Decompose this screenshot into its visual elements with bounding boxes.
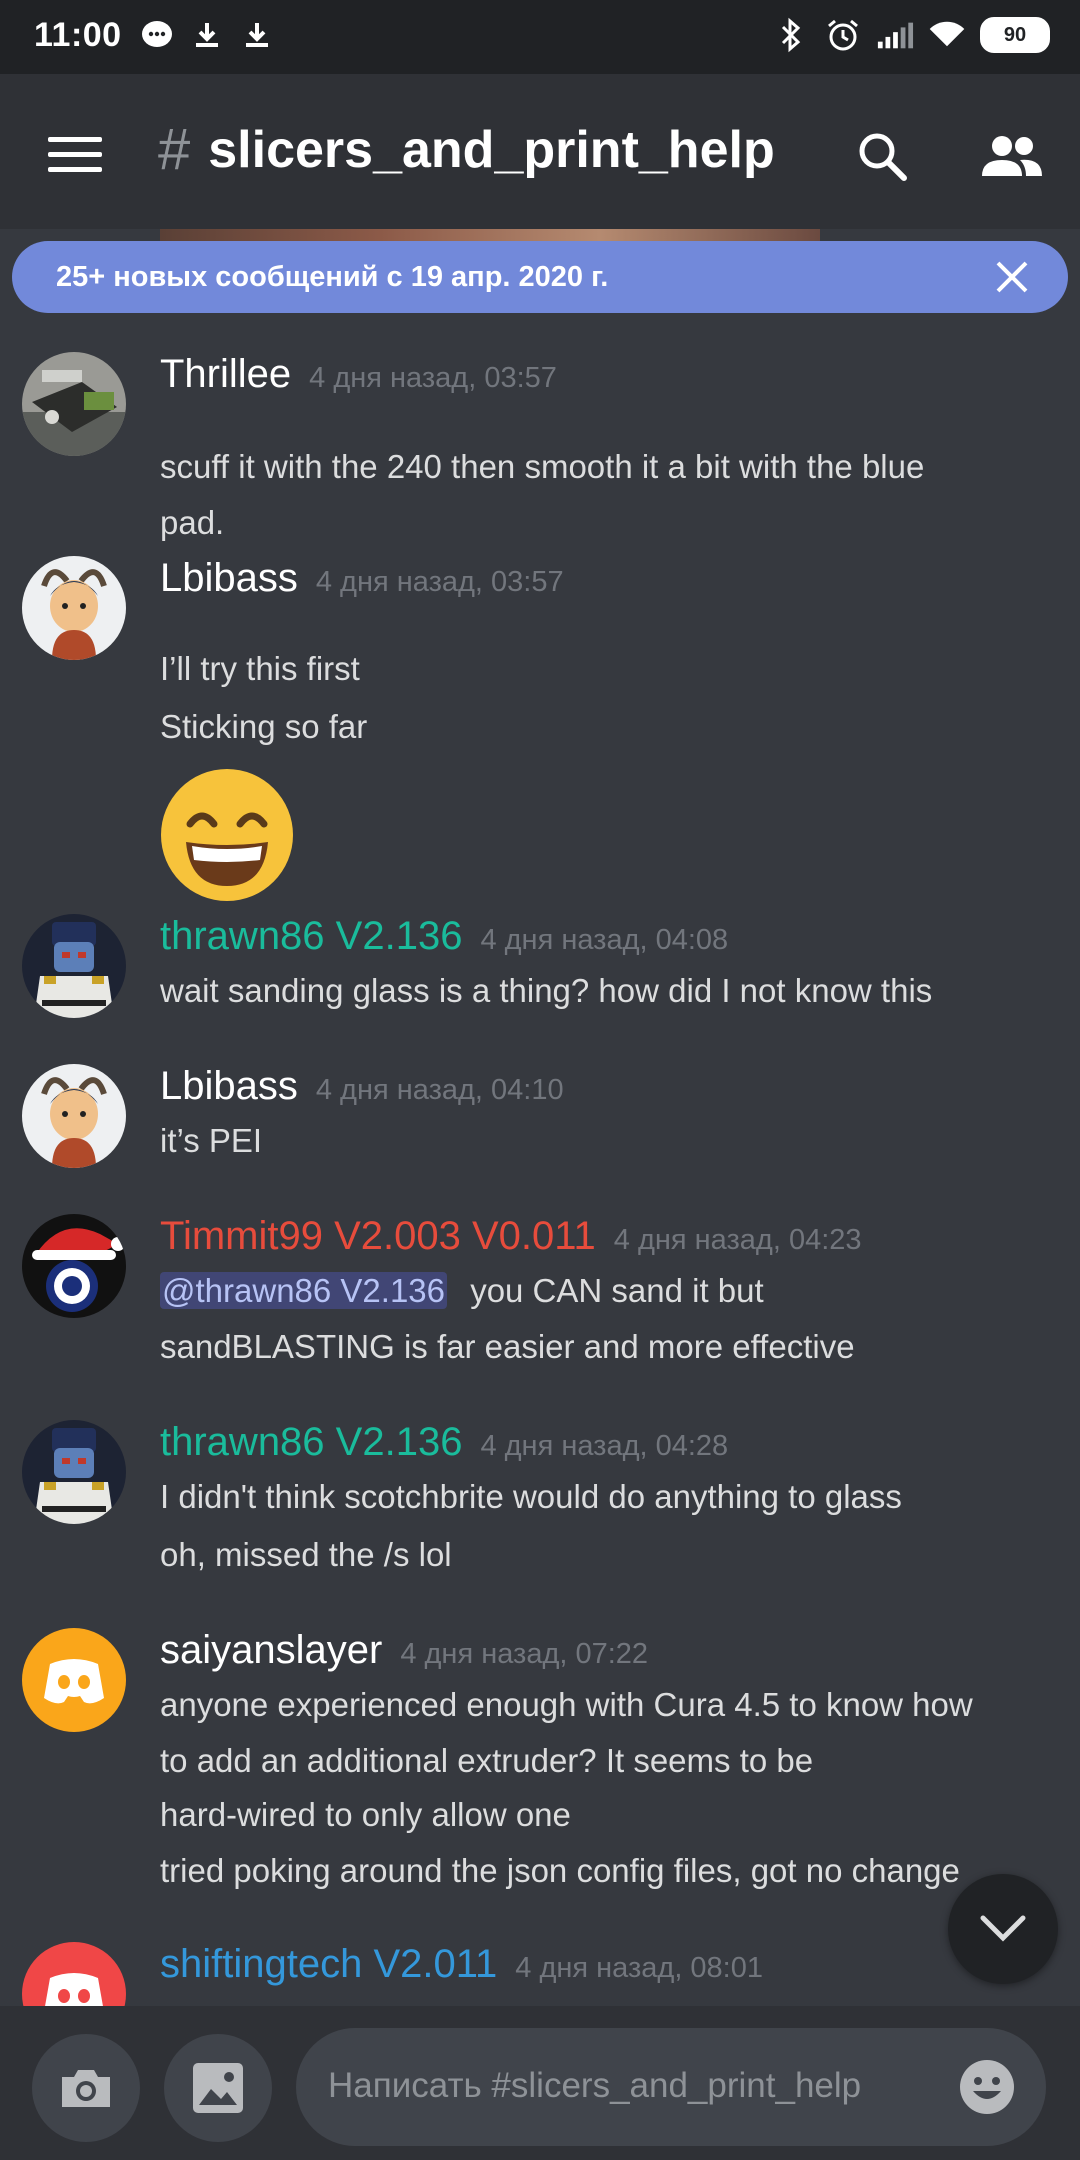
username[interactable]: Timmit99 V2.003 V0.011 — [160, 1214, 596, 1259]
message-text: tried poking around the json config file… — [160, 1852, 960, 1889]
message-text: Sticking so far — [160, 708, 368, 745]
avatar[interactable] — [22, 1420, 126, 1524]
bluetooth-icon — [772, 16, 810, 54]
message-input[interactable]: Написать #slicers_and_print_help — [296, 2028, 1046, 2146]
message-text: sandBLASTING is far easier and more effe… — [160, 1328, 855, 1365]
avatar[interactable] — [22, 556, 126, 660]
channel-header: # slicers_and_print_help — [0, 74, 1080, 229]
username[interactable]: Lbibass — [160, 556, 298, 601]
timestamp: 4 дня назад, 03:57 — [309, 362, 557, 394]
avatar[interactable] — [22, 1942, 126, 2006]
attachment-image-edge — [160, 229, 820, 241]
messenger-icon — [138, 16, 176, 54]
username[interactable]: thrawn86 V2.136 — [160, 914, 462, 959]
message-text: scuff it with the 240 then smooth it a b… — [160, 448, 925, 485]
message-text: to add an additional extruder? It seems … — [160, 1742, 814, 1779]
avatar[interactable] — [22, 1064, 126, 1168]
status-time: 11:00 — [34, 16, 122, 54]
message-text: pad. — [160, 504, 225, 541]
status-bar: 11:00 90 — [0, 0, 1080, 74]
message-text: oh, missed the /s lol — [160, 1536, 452, 1573]
search-icon[interactable] — [852, 126, 912, 186]
close-icon[interactable] — [992, 257, 1032, 297]
signal-icon — [876, 16, 914, 54]
alarm-icon — [824, 16, 862, 54]
message-text: I didn't think scotchbrite would do anyt… — [160, 1478, 902, 1515]
user-mention[interactable]: @thrawn86 V2.136 — [160, 1272, 448, 1309]
new-messages-text: 25+ новых сообщений с 19 апр. 2020 г. — [56, 261, 609, 293]
timestamp: 4 дня назад, 08:01 — [515, 1952, 763, 1984]
camera-icon — [62, 2070, 110, 2107]
channel-name: slicers_and_print_help — [208, 120, 775, 179]
message-text: hard-wired to only allow one — [160, 1796, 571, 1833]
new-messages-banner[interactable]: 25+ новых сообщений с 19 апр. 2020 г. — [12, 241, 1068, 313]
message-text: I’ll try this first — [160, 650, 360, 687]
download-icon — [238, 16, 276, 54]
avatar[interactable] — [22, 1628, 126, 1732]
wifi-icon — [928, 16, 966, 54]
avatar[interactable] — [22, 914, 126, 1018]
message-input-placeholder: Написать #slicers_and_print_help — [328, 2066, 862, 2105]
timestamp: 4 дня назад, 04:08 — [480, 924, 729, 956]
gallery-button[interactable] — [164, 2034, 272, 2142]
message-text: it’s PEI — [160, 1122, 263, 1159]
username[interactable]: shiftingtech V2.011 — [160, 1942, 497, 1987]
timestamp: 4 дня назад, 04:23 — [613, 1224, 862, 1256]
camera-button[interactable] — [32, 2034, 140, 2142]
grinning-face-emoji — [161, 769, 293, 901]
username[interactable]: Lbibass — [160, 1064, 298, 1109]
chevron-down-icon — [980, 1915, 1026, 1942]
channel-title[interactable]: # slicers_and_print_help — [158, 116, 775, 183]
username[interactable]: saiyanslayer — [160, 1628, 382, 1673]
message-line: @thrawn86 V2.136 you CAN sand it but — [160, 1272, 764, 1310]
timestamp: 4 дня назад, 07:22 — [400, 1638, 649, 1670]
avatar[interactable] — [22, 352, 126, 456]
emoji-icon[interactable] — [958, 2058, 1016, 2116]
avatar[interactable] — [22, 1214, 126, 1318]
message-list[interactable]: Thrillee 4 дня назад, 03:57 scuff it wit… — [0, 330, 1080, 2006]
timestamp: 4 дня назад, 04:28 — [480, 1430, 729, 1462]
username[interactable]: Thrillee — [160, 352, 291, 397]
composer-bar: Написать #slicers_and_print_help — [0, 2006, 1080, 2160]
message-text: anyone experienced enough with Cura 4.5 … — [160, 1686, 973, 1723]
members-icon[interactable] — [978, 126, 1046, 186]
download-icon — [188, 16, 226, 54]
image-icon — [193, 2063, 243, 2113]
message-text: you CAN sand it but — [470, 1272, 764, 1309]
menu-icon[interactable] — [46, 126, 104, 184]
battery-icon: 90 — [980, 17, 1050, 53]
username[interactable]: thrawn86 V2.136 — [160, 1420, 462, 1465]
channel-hash-icon: # — [158, 117, 191, 182]
timestamp: 4 дня назад, 04:10 — [315, 1074, 564, 1106]
scroll-to-bottom-button[interactable] — [948, 1874, 1058, 1984]
message-text: wait sanding glass is a thing? how did I… — [160, 972, 933, 1009]
timestamp: 4 дня назад, 03:57 — [315, 566, 564, 598]
